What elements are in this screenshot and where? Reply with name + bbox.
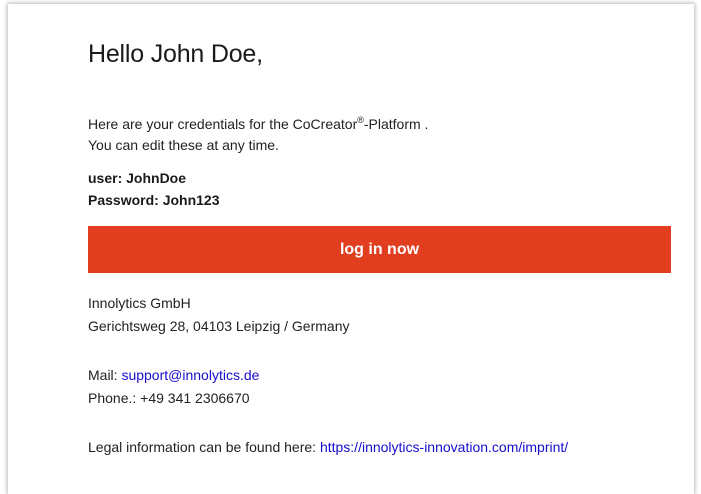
legal-info: Legal information can be found here: htt…: [88, 437, 568, 457]
intro-line-2: You can edit these at any time.: [88, 137, 279, 153]
intro-line-1: Here are your credentials for the CoCrea…: [88, 110, 428, 135]
contact-info: Mail: support@innolytics.de Phone.: +49 …: [88, 364, 259, 410]
support-email-link[interactable]: support@innolytics.de: [121, 367, 259, 383]
imprint-link[interactable]: https://innolytics-innovation.com/imprin…: [320, 439, 568, 455]
credentials-block: user: JohnDoe Password: John123: [88, 167, 220, 211]
legal-text: Legal information can be found here:: [88, 439, 320, 455]
intro-text-start: Here are your credentials for the CoCrea…: [88, 116, 358, 132]
company-info: Innolytics GmbH Gerichtsweg 28, 04103 Le…: [88, 292, 349, 338]
greeting-heading: Hello John Doe,: [88, 40, 263, 68]
password-line: Password: John123: [88, 192, 220, 208]
intro-text-end: -Platform .: [363, 116, 429, 132]
email-card: Hello John Doe, Here are your credential…: [8, 4, 694, 494]
company-address: Gerichtsweg 28, 04103 Leipzig / Germany: [88, 318, 350, 334]
mail-line: Mail: support@innolytics.de: [88, 364, 259, 387]
intro-text: Here are your credentials for the CoCrea…: [88, 110, 428, 156]
registered-mark: ®: [357, 115, 364, 125]
username-line: user: JohnDoe: [88, 170, 187, 186]
phone-line: Phone.: +49 341 2306670: [88, 390, 250, 406]
company-name: Innolytics GmbH: [88, 295, 191, 311]
mail-label: Mail:: [88, 367, 122, 383]
login-button[interactable]: log in now: [88, 226, 671, 273]
